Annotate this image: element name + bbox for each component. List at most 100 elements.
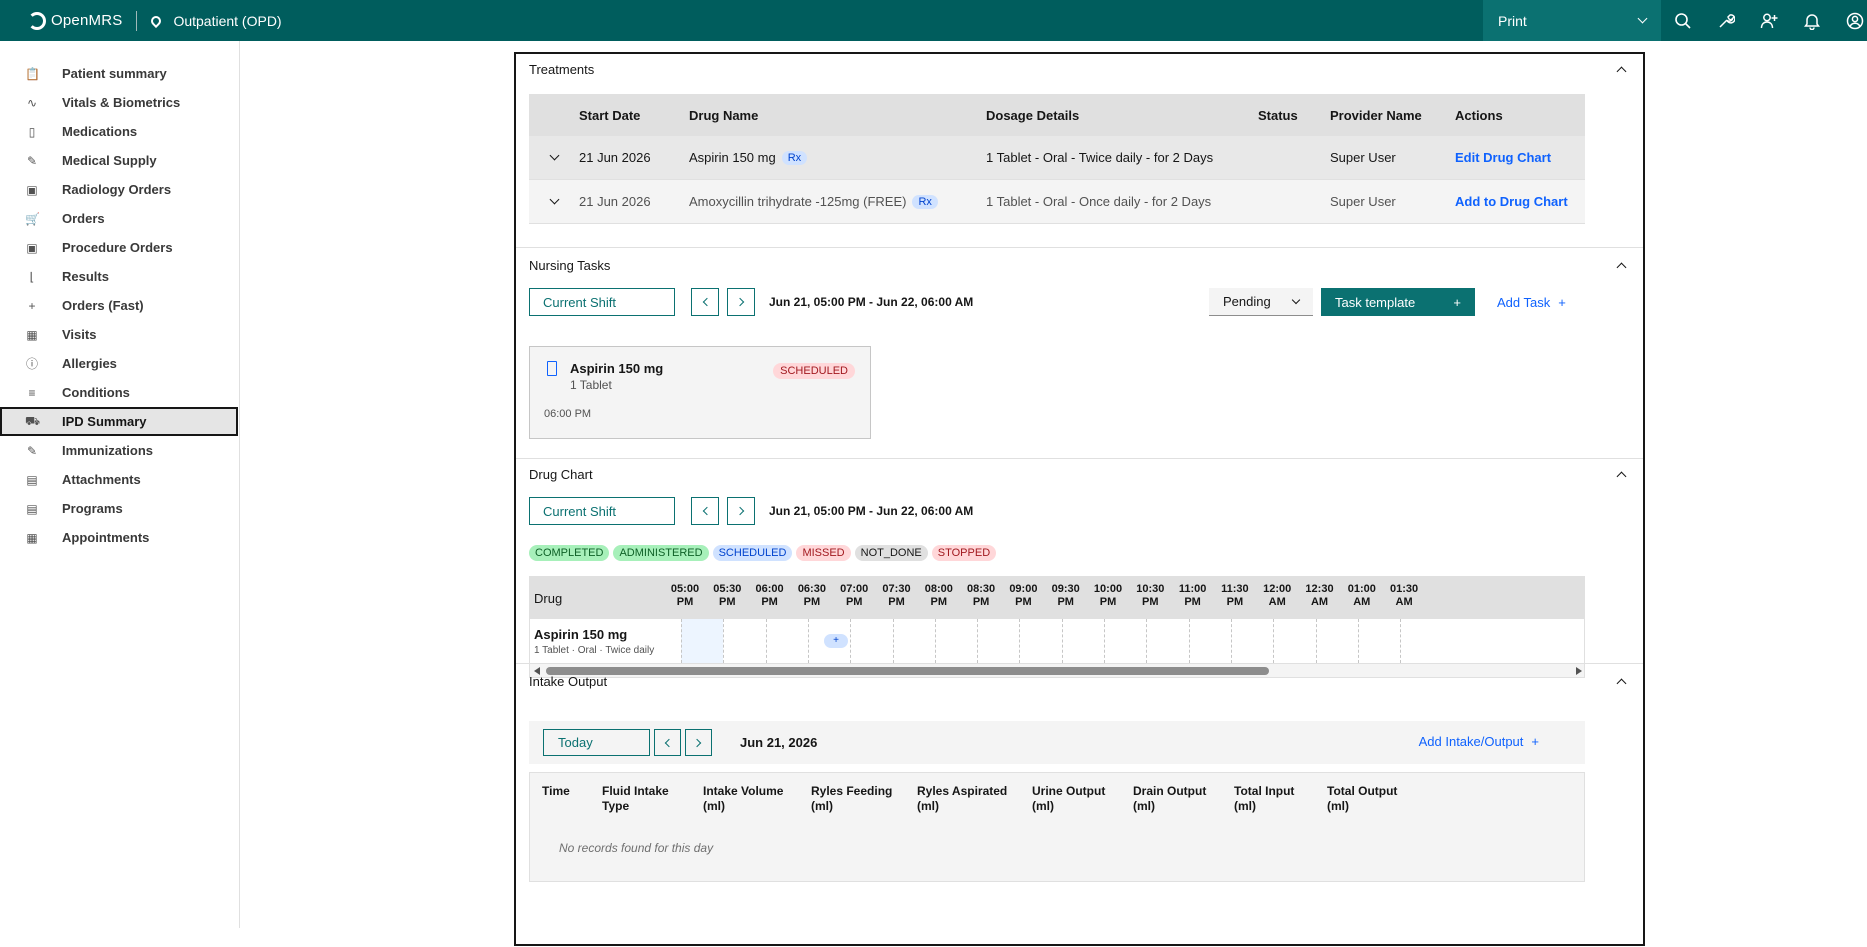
sidebar-item-results[interactable]: ⌊ Results	[12, 262, 239, 291]
intake-output-section: Intake Output Today Jun 21, 2026 Add Int…	[516, 664, 1643, 944]
chevron-right-icon	[735, 297, 744, 307]
time-header: Drug 05:00 PM 05:30 PM 06:00 PM 06:30 PM 07:00 PM…	[530, 577, 1584, 619]
time-slot-cell[interactable]	[1400, 619, 1442, 663]
task-drug-name: Aspirin 150 mg	[570, 361, 664, 376]
sidebar-item-allergies[interactable]: ⓘ Allergies	[12, 349, 239, 378]
sidebar-item-label: Procedure Orders	[62, 240, 173, 255]
add-to-drug-chart-link[interactable]: Add to Drug Chart	[1455, 194, 1585, 209]
edit-drug-chart-link[interactable]: Edit Drug Chart	[1455, 150, 1585, 165]
location-selector[interactable]: Outpatient (OPD)	[149, 13, 282, 29]
add-user-icon[interactable]	[1747, 0, 1790, 41]
add-intake-output-button[interactable]: Add Intake/Output +	[1419, 734, 1539, 749]
previous-day-button[interactable]	[654, 729, 681, 756]
search-icon[interactable]	[1661, 0, 1704, 41]
sidebar-item-patient-summary[interactable]: 📋 Patient summary	[12, 59, 239, 88]
chevron-up-icon[interactable]	[1616, 66, 1627, 77]
column-header: Total Input (ml)	[1234, 784, 1295, 813]
notification-icon[interactable]	[1790, 0, 1833, 41]
time-slot-cell[interactable]	[850, 619, 892, 663]
previous-shift-button[interactable]	[691, 288, 719, 316]
expand-row-button[interactable]	[529, 150, 579, 161]
sidebar-item-label: Medications	[62, 124, 138, 139]
sidebar-item-icon: ∿	[26, 95, 38, 110]
time-slot-cell[interactable]	[1230, 619, 1273, 663]
time-slot-cell[interactable]	[977, 619, 1019, 663]
next-shift-button[interactable]	[727, 288, 755, 316]
sidebar-item-orders[interactable]: 🛒 Orders	[12, 204, 239, 233]
task-template-button[interactable]: Task template +	[1321, 288, 1475, 316]
sidebar-item-label: Allergies	[62, 356, 117, 371]
intake-output-table: No records found for this day Time Fluid …	[529, 772, 1585, 882]
add-administration-button[interactable]: +	[824, 634, 848, 648]
sidebar-item-label: Programs	[62, 501, 123, 516]
sidebar-item-radiology-orders[interactable]: ▣ Radiology Orders	[12, 175, 239, 204]
sidebar-item-icon: 🛒	[25, 211, 40, 226]
current-shift-button[interactable]: Current Shift	[529, 288, 675, 316]
treatments-table: Start Date Drug Name Dosage Details Stat…	[529, 94, 1585, 224]
wrench-icon[interactable]	[1704, 0, 1747, 41]
sidebar-item-ipd-summary[interactable]: ⛟ IPD Summary	[0, 407, 238, 436]
time-slot-cell[interactable]	[1357, 619, 1400, 663]
sidebar-item-programs[interactable]: ▤ Programs	[12, 494, 239, 523]
chevron-right-icon	[692, 738, 702, 747]
time-slot-cell[interactable]	[1315, 619, 1358, 663]
sidebar-item-immunizations[interactable]: ✎ Immunizations	[12, 436, 239, 465]
add-icon: +	[1453, 294, 1461, 310]
sidebar-item-medications[interactable]: ▯ Medications	[12, 117, 239, 146]
chevron-up-icon[interactable]	[1616, 471, 1627, 482]
sidebar-item-visits[interactable]: ▦ Visits	[12, 320, 239, 349]
chevron-up-icon[interactable]	[1616, 262, 1627, 273]
ipd-summary-panel: Treatments Start Date Drug Name Dosage D…	[514, 52, 1645, 946]
sidebar-item-medical-supply[interactable]: ✎ Medical Supply	[12, 146, 239, 175]
task-card[interactable]: Aspirin 150 mg 1 Tablet 06:00 PM SCHEDUL…	[529, 346, 871, 439]
status-filter-value: Pending	[1223, 294, 1271, 309]
user-avatar-icon[interactable]	[1833, 0, 1867, 41]
sidebar-item-vitals-biometrics[interactable]: ∿ Vitals & Biometrics	[12, 88, 239, 117]
print-dropdown[interactable]: Print	[1483, 0, 1661, 41]
previous-shift-button[interactable]	[691, 497, 719, 525]
status-filter-dropdown[interactable]: Pending	[1209, 288, 1313, 316]
sidebar-item-appointments[interactable]: ▦ Appointments	[12, 523, 239, 552]
sidebar-item-label: Appointments	[62, 530, 150, 545]
column-header: Ryles Aspirated (ml)	[917, 784, 1008, 813]
next-shift-button[interactable]	[727, 497, 755, 525]
sidebar-item-conditions[interactable]: ≡ Conditions	[12, 378, 239, 407]
time-slot-cell[interactable]	[723, 619, 765, 663]
provider-name: Super User	[1330, 194, 1396, 209]
time-slot-cell[interactable]	[1019, 619, 1061, 663]
time-slot-cell[interactable]	[934, 619, 977, 663]
legend-badge: SCHEDULED	[712, 545, 793, 561]
chevron-down-icon	[1637, 13, 1648, 24]
next-day-button[interactable]	[685, 729, 712, 756]
time-slot-cell[interactable]	[1273, 619, 1315, 663]
chevron-up-icon[interactable]	[1616, 678, 1627, 689]
drug-column-header: Drug	[534, 591, 563, 606]
shift-range: Jun 21, 05:00 PM - Jun 22, 06:00 AM	[769, 504, 974, 518]
section-title: Treatments	[529, 62, 595, 77]
time-slot-cell[interactable]	[1146, 619, 1188, 663]
sidebar-item-label: Attachments	[62, 472, 141, 487]
time-slot-cell[interactable]	[681, 619, 723, 663]
rx-tag: Rx	[912, 194, 938, 209]
current-shift-button[interactable]: Current Shift	[529, 497, 675, 525]
legend-badge: MISSED	[796, 545, 851, 561]
brand-name: OpenMRS	[51, 12, 123, 29]
today-button[interactable]: Today	[543, 729, 650, 756]
sidebar-item-icon: ▣	[26, 240, 38, 255]
sidebar-item-attachments[interactable]: ▤ Attachments	[12, 465, 239, 494]
time-slot-cell[interactable]	[1061, 619, 1104, 663]
selected-date: Jun 21, 2026	[740, 735, 818, 750]
time-slot-cell[interactable]	[1104, 619, 1146, 663]
add-task-button[interactable]: Add Task +	[1497, 288, 1566, 316]
time-slot-cell[interactable]	[1188, 619, 1231, 663]
sidebar-item-label: Orders	[62, 211, 105, 226]
time-slot-meridiem: AM	[1395, 596, 1413, 608]
time-slot-cell[interactable]	[765, 619, 808, 663]
openmrs-logo[interactable]: OpenMRS	[28, 11, 123, 30]
time-slot-cell[interactable]	[892, 619, 935, 663]
expand-row-button[interactable]	[529, 194, 579, 205]
sidebar-item-orders-fast[interactable]: + Orders (Fast)	[12, 291, 239, 320]
print-label: Print	[1498, 12, 1527, 29]
sidebar-item-procedure-orders[interactable]: ▣ Procedure Orders	[12, 233, 239, 262]
sidebar-item-label: Medical Supply	[62, 153, 157, 168]
